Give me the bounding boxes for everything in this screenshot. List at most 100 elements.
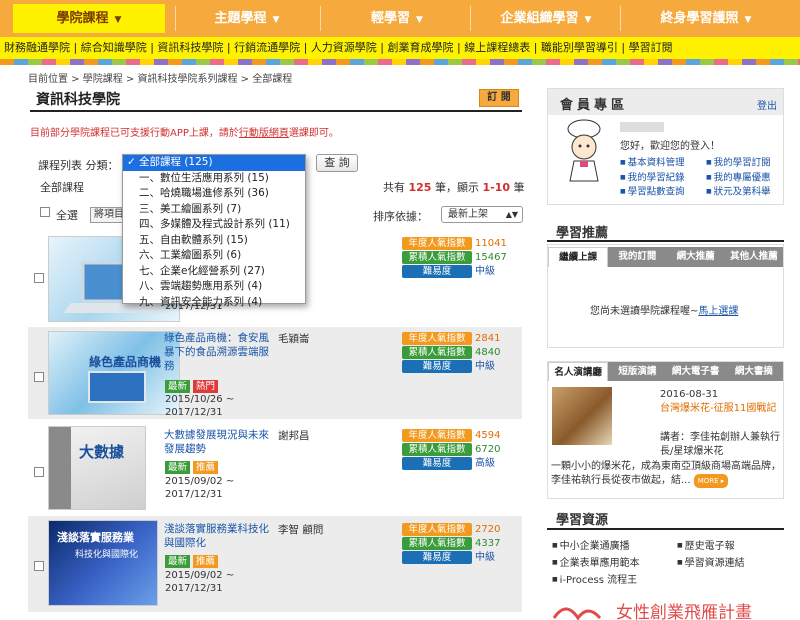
subnav-link[interactable]: 財務融通學院 — [4, 41, 70, 54]
category-label: 課程列表 分類： — [38, 159, 119, 172]
metric-value: 中級 — [475, 361, 495, 372]
select-all-checkbox[interactable] — [40, 207, 50, 217]
resource-link[interactable]: i-Process 流程王 — [552, 572, 640, 589]
subnav-link[interactable]: 資訊科技學院 — [157, 41, 223, 54]
tab-subscription[interactable]: 我的訂閱 — [608, 247, 666, 267]
nav-label: 企業組織學習 — [500, 11, 579, 26]
resource-link[interactable]: 企業表單應用範本 — [552, 555, 640, 572]
lecture-description: 一顆小小的爆米花，成為東南亞頂級商場高端品牌，李佳祐執行長從夜市做起，結... … — [551, 460, 781, 488]
course-thumbnail[interactable]: 大數據 — [48, 426, 146, 510]
nav-topic-programs[interactable]: 主題學程 ▼ — [180, 4, 314, 33]
metric-year: 年度人氣指數 2841 — [402, 332, 500, 345]
category-option[interactable]: 四、多媒體及程式設計系列 (11) — [123, 217, 305, 233]
course-checkbox[interactable] — [34, 467, 44, 477]
course-title[interactable]: 大數據發展現況與未來發展趨勢 — [164, 428, 274, 456]
category-option[interactable]: 二、哈燒職場進修系列 (36) — [123, 186, 305, 202]
member-link[interactable]: 狀元及第科舉 — [706, 185, 771, 200]
list-heading: 全部課程 — [40, 181, 84, 194]
green-product-image: 綠色產品商機 — [88, 354, 161, 403]
member-link[interactable]: 我的學習訂閱 — [706, 156, 771, 171]
subscribe-button[interactable]: 訂 閱 — [479, 89, 519, 107]
category-option[interactable]: 九、資訊安全能力系列 (4) — [123, 295, 305, 311]
date-start: 2015/10/26 ~ — [165, 394, 235, 405]
resource-link[interactable]: 中小企業通廣播 — [552, 538, 640, 555]
nav-lifelong-passport[interactable]: 終身學習護照 ▼ — [626, 4, 786, 33]
resource-link[interactable]: 學習資源連結 — [677, 555, 745, 572]
metric-accumulated: 累積人氣指數 4337 — [402, 537, 500, 550]
category-option[interactable]: 六、工業繪圖系列 (6) — [123, 248, 305, 264]
nav-academy-courses[interactable]: 學院課程 ▼ — [13, 4, 165, 33]
tab-famous-lecture[interactable]: 名人演講廳 — [548, 362, 609, 381]
metric-accumulated: 累積人氣指數 15467 — [402, 251, 507, 264]
subnav-link[interactable]: 創業育成學院 — [388, 41, 454, 54]
resources-left: 中小企業通廣播 企業表單應用範本 i-Process 流程王 — [552, 538, 640, 589]
category-option-all[interactable]: ✓ 全部課程 (125) — [123, 155, 305, 171]
member-link[interactable]: 我的專屬優惠 — [706, 171, 771, 186]
member-link[interactable]: 基本資料管理 — [620, 156, 685, 171]
description-text: 一顆小小的爆米花，成為東南亞頂級商場高端品牌，李佳祐執行長從夜市做起，結... — [551, 461, 781, 486]
member-link[interactable]: 我的學習紀錄 — [620, 171, 685, 186]
member-links-left: 基本資料管理 我的學習紀錄 學習點數查詢 — [620, 156, 685, 200]
category-option[interactable]: 七、企業e化經營系列 (27) — [123, 264, 305, 280]
tab-short-lecture[interactable]: 短版演講 — [608, 362, 666, 381]
sort-select[interactable]: 最新上架 ▲▼ — [441, 206, 523, 223]
member-link[interactable]: 學習點數查詢 — [620, 185, 685, 200]
category-option[interactable]: 五、自由軟體系列 (15) — [123, 233, 305, 249]
subnav-link[interactable]: 職能別學習導引 — [541, 41, 618, 54]
lecture-title[interactable]: 台灣爆米花-征服11國戰記 — [660, 402, 780, 415]
category-option[interactable]: 三、美工繪圖系列 (7) — [123, 202, 305, 218]
metric-label: 年度人氣指數 — [402, 332, 472, 345]
resource-link[interactable]: 歷史電子報 — [677, 538, 745, 555]
category-option[interactable]: 一、數位生活應用系列 (15) — [123, 171, 305, 187]
banner-graphic: 女性創業飛雁計畫 — [552, 603, 752, 620]
option-label: 全部課程 (125) — [139, 156, 213, 168]
banner-text: 女性創業飛雁計畫 — [616, 603, 752, 620]
query-button[interactable]: 查 詢 — [316, 154, 358, 172]
logout-link[interactable]: 登出 — [757, 97, 777, 112]
subnav-link[interactable]: 人力資源學院 — [311, 41, 377, 54]
metric-label: 年度人氣指數 — [402, 237, 472, 250]
course-row: 綠色產品商機 綠色產品商機：食安風暴下的食品溯源雲端服務 毛穎崙 最新 熱門 20… — [28, 327, 522, 419]
tab-book-digest[interactable]: 網大書摘 — [725, 362, 783, 381]
course-date: 2015/09/02 ~ 2017/12/31 — [165, 475, 234, 501]
tab-site-recommend[interactable]: 網大推薦 — [667, 247, 725, 267]
course-thumbnail[interactable]: 淺談落實服務業 科技化與國際化 — [48, 520, 158, 606]
category-dropdown[interactable]: ✓ 全部課程 (125) 一、數位生活應用系列 (15) 二、哈燒職場進修系列 (… — [122, 154, 306, 308]
page-title: 資訊科技學院 — [36, 92, 120, 108]
mobile-web-link[interactable]: 行動版網頁 — [239, 128, 289, 139]
tab-continue[interactable]: 繼續上課 — [548, 247, 609, 267]
nav-enterprise-learning[interactable]: 企業組織學習 ▼ — [476, 4, 616, 33]
lecture-date: 2016-08-31 — [660, 389, 719, 400]
more-button[interactable]: MORE ▸ — [693, 474, 729, 488]
enroll-now-link[interactable]: 馬上選課 — [698, 306, 738, 317]
sort-value: 最新上架 — [448, 209, 488, 220]
course-title[interactable]: 綠色產品商機：食安風暴下的食品溯源雲端服務 — [164, 331, 274, 373]
resources-right: 歷史電子報 學習資源連結 — [677, 538, 745, 572]
checkmark-icon: ✓ — [127, 156, 136, 168]
subnav-link[interactable]: 行銷流通學院 — [234, 41, 300, 54]
course-row: 大數據 大數據發展現況與未來發展趨勢 謝邦昌 最新 推薦 2015/09/02 ~… — [28, 422, 522, 514]
date-end: 2017/12/31 — [165, 407, 223, 418]
subnav-link[interactable]: 學習訂閱 — [629, 41, 673, 54]
entrepreneur-banner[interactable]: 女性創業飛雁計畫 — [548, 596, 784, 620]
metric-year: 年度人氣指數 2720 — [402, 523, 500, 536]
course-title[interactable]: 淺談落實服務業科技化與國際化 — [164, 522, 274, 550]
new-badge: 最新 — [165, 380, 191, 393]
lecture-thumbnail[interactable] — [552, 387, 612, 445]
course-checkbox[interactable] — [34, 273, 44, 283]
category-option[interactable]: 八、雲端趨勢應用系列 (4) — [123, 279, 305, 295]
svg-text:科技化與國際化: 科技化與國際化 — [75, 548, 138, 560]
metric-year: 年度人氣指數 4594 — [402, 429, 500, 442]
course-checkbox[interactable] — [34, 372, 44, 382]
member-title: 會員專區 — [560, 98, 629, 113]
course-thumbnail[interactable]: 綠色產品商機 — [48, 331, 180, 415]
tab-ebook[interactable]: 網大電子書 — [667, 362, 725, 381]
service-industry-image: 淺談落實服務業科技化與國際化 — [57, 530, 138, 560]
divider — [175, 6, 176, 31]
subnav-link[interactable]: 線上課程總表 — [464, 41, 530, 54]
tab-others-recommend[interactable]: 其他人推薦 — [725, 247, 783, 267]
nav-light-learning[interactable]: 輕學習 ▼ — [330, 4, 464, 33]
subnav-link[interactable]: 綜合知識學院 — [81, 41, 147, 54]
main-nav: 學院課程 ▼ 主題學程 ▼ 輕學習 ▼ 企業組織學習 ▼ 終身學習護照 ▼ — [0, 0, 800, 37]
course-checkbox[interactable] — [34, 561, 44, 571]
